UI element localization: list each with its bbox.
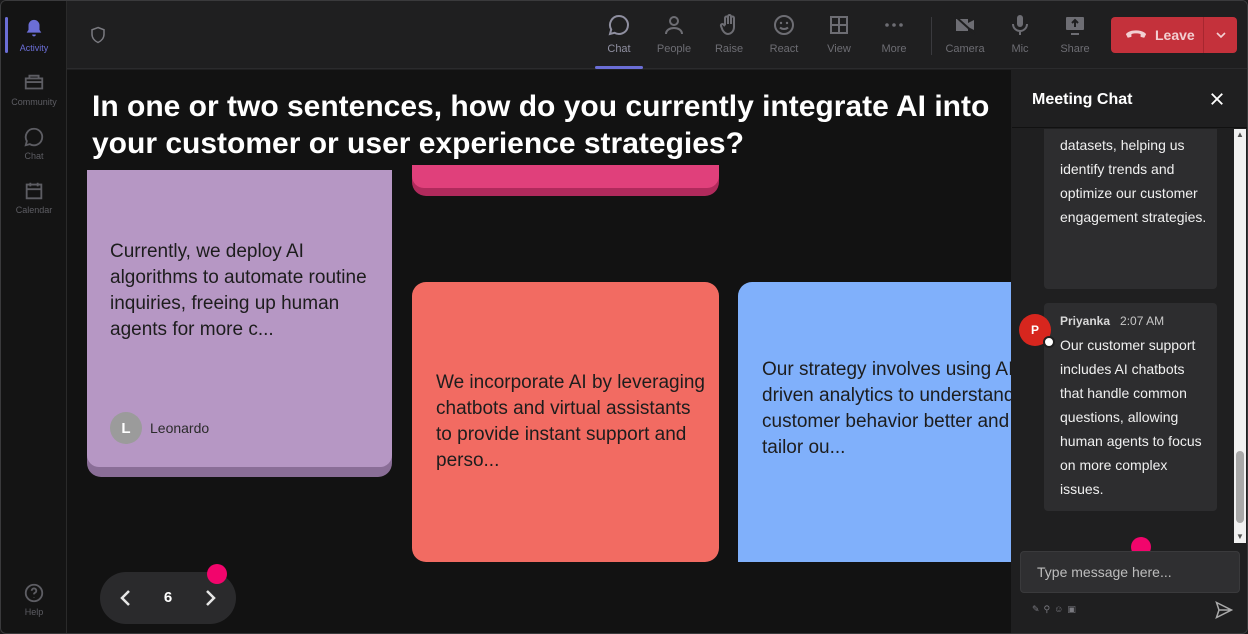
microphone-icon [1012, 15, 1028, 35]
mic-label: Mic [1011, 43, 1029, 55]
card-text: Currently, we deploy AI algorithms to au… [110, 241, 367, 340]
rail-item-label: Community [11, 96, 57, 107]
page-number: 6 [163, 589, 173, 606]
presence-indicator [1043, 336, 1055, 348]
card-author: Leonardo [150, 420, 210, 436]
message-author: Priyanka [1060, 314, 1111, 328]
chevron-left-icon[interactable] [114, 586, 138, 610]
app-rail: Activity Community Chat Calendar Help [1, 1, 67, 633]
react-button[interactable]: React [758, 11, 810, 61]
smiley-icon [774, 15, 794, 35]
attach-icon[interactable]: ⚲ [1044, 604, 1051, 615]
rail-item-label: Activity [19, 42, 49, 53]
gif-icon[interactable]: ▣ [1067, 604, 1076, 615]
emoji-icon[interactable]: ☺ [1054, 604, 1063, 615]
message-text: datasets, helping us identify trends and… [1060, 137, 1207, 225]
card-face [412, 165, 719, 188]
rail-item-label: Chat [24, 150, 44, 161]
camera-off-icon [954, 15, 976, 35]
format-icon[interactable]: ✎ [1032, 604, 1040, 615]
avatar: L [110, 412, 142, 444]
camera-button[interactable]: Camera [939, 11, 991, 61]
raise-hand-button[interactable]: Raise [703, 11, 755, 61]
message-text: Our customer support includes AI chatbot… [1060, 337, 1202, 497]
response-card[interactable]: We incorporate AI by leveraging chatbots… [412, 282, 719, 562]
chat-header: Meeting Chat [1012, 70, 1247, 128]
share-button[interactable]: Share [1049, 11, 1101, 61]
rail-item-calendar[interactable]: Calendar [1, 171, 67, 223]
rail-item-community[interactable]: Community [1, 63, 67, 115]
chat-message: Priyanka 2:07 AM Our customer support inc… [1044, 303, 1217, 511]
toolbar-divider [931, 17, 932, 55]
rail-item-activity[interactable]: Activity [1, 9, 67, 61]
message-meta: Priyanka 2:07 AM [1060, 314, 1164, 328]
chat-title: Meeting Chat [1032, 91, 1133, 108]
chevron-down-icon [1215, 32, 1226, 39]
raise-label: Raise [714, 43, 744, 55]
leave-options-dropdown[interactable] [1203, 17, 1237, 53]
hang-up-icon [1125, 30, 1147, 38]
scroll-down-arrow-icon[interactable]: ▼ [1236, 533, 1244, 541]
camera-label: Camera [945, 43, 985, 55]
card-text: We incorporate AI by leveraging chatbots… [436, 372, 705, 471]
mic-button[interactable]: Mic [994, 11, 1046, 61]
rail-item-chat[interactable]: Chat [1, 117, 67, 169]
share-screen-icon [1066, 17, 1084, 35]
leave-label: Leave [1155, 27, 1195, 43]
send-icon[interactable] [1214, 600, 1234, 620]
people-button[interactable]: People [648, 11, 700, 61]
chevron-right-icon[interactable] [198, 586, 222, 610]
chat-icon [608, 14, 629, 36]
meeting-window: Activity Community Chat Calendar Help Ch… [0, 0, 1248, 634]
chat-button[interactable]: Chat [593, 11, 645, 69]
chat-message-list[interactable]: datasets, helping us identify trends and… [1012, 129, 1247, 543]
message-time: 2:07 AM [1120, 314, 1165, 328]
chat-label: Chat [607, 43, 631, 55]
bell-icon [26, 19, 42, 36]
chat-scrollbar[interactable]: ▲ ▼ [1234, 129, 1246, 543]
share-label: Share [1060, 43, 1090, 55]
more-dots-icon [885, 23, 903, 27]
response-card[interactable]: Currently, we deploy AI algorithms to au… [87, 170, 392, 477]
react-label: React [769, 43, 799, 55]
presentation-stage: Currently, we deploy AI algorithms to au… [67, 70, 1011, 633]
view-button[interactable]: View [813, 11, 865, 61]
leave-button[interactable]: Leave [1111, 17, 1237, 53]
close-icon[interactable] [1208, 90, 1226, 108]
meeting-chat-panel: Meeting Chat datasets, helping us identi… [1012, 70, 1247, 633]
chat-message-input[interactable] [1020, 551, 1240, 593]
calendar-icon [25, 182, 43, 199]
format-toolbar: ✎ ⚲ ☺ ▣ [1032, 604, 1076, 615]
response-card[interactable] [412, 165, 719, 196]
card-text: Our strategy involves using AI-driven an… [762, 359, 1011, 458]
scrollbar-thumb[interactable] [1236, 451, 1244, 523]
shield-icon[interactable] [89, 25, 107, 45]
chat-message: datasets, helping us identify trends and… [1044, 129, 1217, 289]
raise-hand-icon [719, 14, 735, 36]
more-label: More [881, 43, 907, 55]
people-icon [665, 16, 683, 35]
community-icon [24, 74, 44, 89]
chat-icon [24, 127, 44, 147]
rail-item-help[interactable]: Help [1, 573, 67, 625]
rail-item-label: Help [24, 606, 44, 617]
response-card[interactable]: Our strategy involves using AI-driven an… [738, 282, 1011, 562]
card-face: Currently, we deploy AI algorithms to au… [87, 170, 392, 467]
meeting-toolbar: Chat People Raise React View More Camera [67, 1, 1247, 69]
more-button[interactable]: More [868, 11, 920, 61]
grid-view-icon [830, 16, 848, 34]
people-label: People [656, 43, 692, 55]
help-icon [24, 583, 44, 602]
highlight-dot [207, 564, 227, 584]
scroll-up-arrow-icon[interactable]: ▲ [1236, 131, 1244, 139]
question-title: In one or two sentences, how do you curr… [92, 90, 990, 160]
rail-item-label: Calendar [15, 204, 53, 215]
view-label: View [827, 43, 851, 55]
